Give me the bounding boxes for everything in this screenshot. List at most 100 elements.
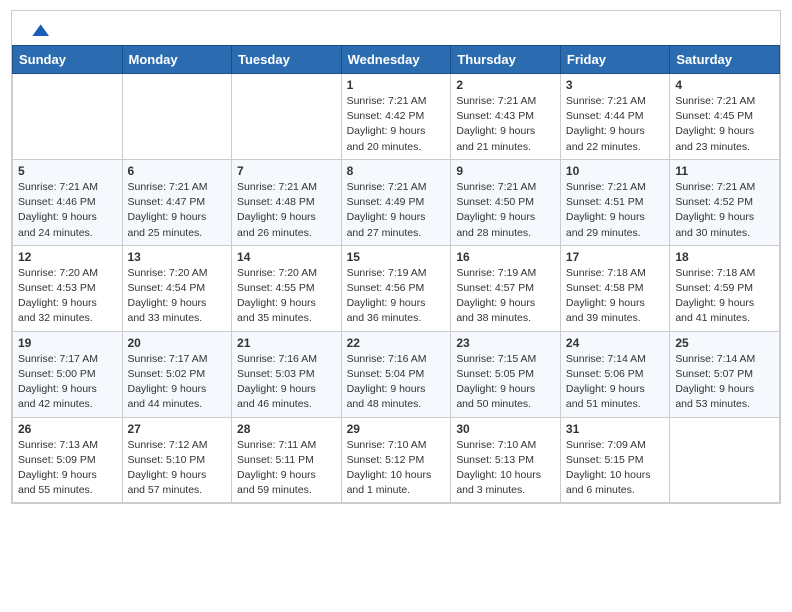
calendar-cell: 29Sunrise: 7:10 AM Sunset: 5:12 PM Dayli…: [341, 417, 451, 503]
day-number: 9: [456, 164, 555, 178]
calendar-week-row: 5 Sunrise: 7:21 AM Sunset: 4:46 PM Daylig…: [13, 159, 780, 245]
calendar-week-row: 12 Sunrise: 7:20 AM Sunset: 4:53 PM Dayli…: [13, 245, 780, 331]
day-number: 4: [675, 78, 774, 92]
day-info: Sunrise: 7:13 AM Sunset: 5:09 PM Dayligh…: [18, 438, 117, 499]
day-info: Sunrise: 7:21 AM Sunset: 4:51 PM Dayligh…: [566, 180, 664, 241]
logo-icon: [29, 21, 49, 41]
day-info: Sunrise: 7:20 AM Sunset: 4:54 PM Dayligh…: [128, 266, 227, 327]
calendar-container: SundayMondayTuesdayWednesdayThursdayFrid…: [11, 10, 781, 504]
day-info: Sunrise: 7:17 AM Sunset: 5:02 PM Dayligh…: [128, 352, 227, 413]
day-info: Sunrise: 7:19 AM Sunset: 4:56 PM Dayligh…: [347, 266, 446, 327]
calendar-cell: 10 Sunrise: 7:21 AM Sunset: 4:51 PM Dayli…: [560, 159, 669, 245]
day-number: 11: [675, 164, 774, 178]
calendar-cell: 5 Sunrise: 7:21 AM Sunset: 4:46 PM Daylig…: [13, 159, 123, 245]
weekday-header-tuesday: Tuesday: [232, 46, 342, 74]
day-info: Sunrise: 7:21 AM Sunset: 4:50 PM Dayligh…: [456, 180, 555, 241]
day-number: 2: [456, 78, 555, 92]
day-info: Sunrise: 7:12 AM Sunset: 5:10 PM Dayligh…: [128, 438, 227, 499]
calendar-cell: 1 Sunrise: 7:21 AM Sunset: 4:42 PM Daylig…: [341, 74, 451, 160]
calendar-cell: 8Sunrise: 7:21 AM Sunset: 4:49 PM Daylig…: [341, 159, 451, 245]
day-number: 24: [566, 336, 664, 350]
day-info: Sunrise: 7:16 AM Sunset: 5:03 PM Dayligh…: [237, 352, 336, 413]
calendar-week-row: 26Sunrise: 7:13 AM Sunset: 5:09 PM Dayli…: [13, 417, 780, 503]
day-number: 14: [237, 250, 336, 264]
day-number: 13: [128, 250, 227, 264]
header: [12, 11, 780, 45]
day-info: Sunrise: 7:21 AM Sunset: 4:48 PM Dayligh…: [237, 180, 336, 241]
weekday-header-friday: Friday: [560, 46, 669, 74]
day-info: Sunrise: 7:09 AM Sunset: 5:15 PM Dayligh…: [566, 438, 664, 499]
calendar-cell: 31 Sunrise: 7:09 AM Sunset: 5:15 PM Dayli…: [560, 417, 669, 503]
calendar-cell: 9 Sunrise: 7:21 AM Sunset: 4:50 PM Daylig…: [451, 159, 561, 245]
day-info: Sunrise: 7:14 AM Sunset: 5:07 PM Dayligh…: [675, 352, 774, 413]
day-number: 12: [18, 250, 117, 264]
day-number: 7: [237, 164, 336, 178]
weekday-header-monday: Monday: [122, 46, 232, 74]
day-number: 20: [128, 336, 227, 350]
calendar-cell: 3 Sunrise: 7:21 AM Sunset: 4:44 PM Daylig…: [560, 74, 669, 160]
calendar-cell: 20 Sunrise: 7:17 AM Sunset: 5:02 PM Dayli…: [122, 331, 232, 417]
day-number: 5: [18, 164, 117, 178]
day-info: Sunrise: 7:21 AM Sunset: 4:45 PM Dayligh…: [675, 94, 774, 155]
calendar-week-row: 1 Sunrise: 7:21 AM Sunset: 4:42 PM Daylig…: [13, 74, 780, 160]
calendar-cell: 12 Sunrise: 7:20 AM Sunset: 4:53 PM Dayli…: [13, 245, 123, 331]
calendar-cell: [232, 74, 342, 160]
day-info: Sunrise: 7:21 AM Sunset: 4:43 PM Dayligh…: [456, 94, 555, 155]
day-number: 3: [566, 78, 664, 92]
day-info: Sunrise: 7:18 AM Sunset: 4:58 PM Dayligh…: [566, 266, 664, 327]
day-number: 8: [347, 164, 446, 178]
day-info: Sunrise: 7:20 AM Sunset: 4:53 PM Dayligh…: [18, 266, 117, 327]
weekday-header-row: SundayMondayTuesdayWednesdayThursdayFrid…: [13, 46, 780, 74]
day-info: Sunrise: 7:15 AM Sunset: 5:05 PM Dayligh…: [456, 352, 555, 413]
calendar-cell: [122, 74, 232, 160]
day-number: 21: [237, 336, 336, 350]
calendar-week-row: 19Sunrise: 7:17 AM Sunset: 5:00 PM Dayli…: [13, 331, 780, 417]
day-number: 30: [456, 422, 555, 436]
calendar-cell: 30 Sunrise: 7:10 AM Sunset: 5:13 PM Dayli…: [451, 417, 561, 503]
calendar-cell: 26Sunrise: 7:13 AM Sunset: 5:09 PM Dayli…: [13, 417, 123, 503]
calendar-cell: 13 Sunrise: 7:20 AM Sunset: 4:54 PM Dayli…: [122, 245, 232, 331]
day-info: Sunrise: 7:21 AM Sunset: 4:44 PM Dayligh…: [566, 94, 664, 155]
day-info: Sunrise: 7:11 AM Sunset: 5:11 PM Dayligh…: [237, 438, 336, 499]
calendar-cell: 17Sunrise: 7:18 AM Sunset: 4:58 PM Dayli…: [560, 245, 669, 331]
weekday-header-wednesday: Wednesday: [341, 46, 451, 74]
day-info: Sunrise: 7:18 AM Sunset: 4:59 PM Dayligh…: [675, 266, 774, 327]
day-info: Sunrise: 7:20 AM Sunset: 4:55 PM Dayligh…: [237, 266, 336, 327]
weekday-header-sunday: Sunday: [13, 46, 123, 74]
day-number: 16: [456, 250, 555, 264]
calendar-cell: 23 Sunrise: 7:15 AM Sunset: 5:05 PM Dayli…: [451, 331, 561, 417]
day-info: Sunrise: 7:21 AM Sunset: 4:46 PM Dayligh…: [18, 180, 117, 241]
logo: [28, 23, 49, 37]
calendar-table: SundayMondayTuesdayWednesdayThursdayFrid…: [12, 45, 780, 503]
day-number: 18: [675, 250, 774, 264]
calendar-cell: [13, 74, 123, 160]
day-info: Sunrise: 7:17 AM Sunset: 5:00 PM Dayligh…: [18, 352, 117, 413]
calendar-cell: 4 Sunrise: 7:21 AM Sunset: 4:45 PM Daylig…: [670, 74, 780, 160]
day-number: 23: [456, 336, 555, 350]
day-number: 10: [566, 164, 664, 178]
calendar-cell: 28Sunrise: 7:11 AM Sunset: 5:11 PM Dayli…: [232, 417, 342, 503]
day-number: 31: [566, 422, 664, 436]
day-number: 22: [347, 336, 446, 350]
day-info: Sunrise: 7:21 AM Sunset: 4:52 PM Dayligh…: [675, 180, 774, 241]
day-number: 6: [128, 164, 227, 178]
day-number: 15: [347, 250, 446, 264]
calendar-cell: 6 Sunrise: 7:21 AM Sunset: 4:47 PM Daylig…: [122, 159, 232, 245]
day-info: Sunrise: 7:14 AM Sunset: 5:06 PM Dayligh…: [566, 352, 664, 413]
day-info: Sunrise: 7:21 AM Sunset: 4:47 PM Dayligh…: [128, 180, 227, 241]
day-number: 25: [675, 336, 774, 350]
calendar-cell: 19Sunrise: 7:17 AM Sunset: 5:00 PM Dayli…: [13, 331, 123, 417]
calendar-cell: 2 Sunrise: 7:21 AM Sunset: 4:43 PM Daylig…: [451, 74, 561, 160]
day-info: Sunrise: 7:21 AM Sunset: 4:42 PM Dayligh…: [347, 94, 446, 155]
day-info: Sunrise: 7:10 AM Sunset: 5:13 PM Dayligh…: [456, 438, 555, 499]
weekday-header-thursday: Thursday: [451, 46, 561, 74]
calendar-cell: 21 Sunrise: 7:16 AM Sunset: 5:03 PM Dayli…: [232, 331, 342, 417]
calendar-cell: 16 Sunrise: 7:19 AM Sunset: 4:57 PM Dayli…: [451, 245, 561, 331]
calendar-cell: 24 Sunrise: 7:14 AM Sunset: 5:06 PM Dayli…: [560, 331, 669, 417]
day-number: 1: [347, 78, 446, 92]
day-info: Sunrise: 7:16 AM Sunset: 5:04 PM Dayligh…: [347, 352, 446, 413]
calendar-cell: 11 Sunrise: 7:21 AM Sunset: 4:52 PM Dayli…: [670, 159, 780, 245]
calendar-cell: 7 Sunrise: 7:21 AM Sunset: 4:48 PM Daylig…: [232, 159, 342, 245]
day-info: Sunrise: 7:19 AM Sunset: 4:57 PM Dayligh…: [456, 266, 555, 327]
calendar-cell: 27Sunrise: 7:12 AM Sunset: 5:10 PM Dayli…: [122, 417, 232, 503]
